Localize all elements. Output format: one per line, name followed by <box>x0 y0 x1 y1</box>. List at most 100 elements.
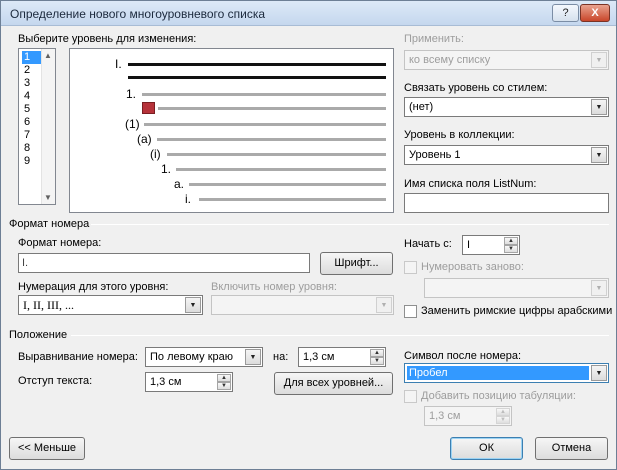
preview-marker: (a) <box>137 132 152 146</box>
preview-marker: (1) <box>125 117 140 131</box>
preview-line <box>158 107 386 110</box>
text-indent-label: Отступ текста: <box>18 375 93 387</box>
level-item[interactable]: 4 <box>22 90 42 103</box>
chevron-down-icon: ▼ <box>376 297 392 313</box>
spin-up-icon[interactable]: ▲ <box>370 349 384 357</box>
include-level-combo: ▼ <box>211 295 394 315</box>
apply-label: Применить: <box>404 33 464 45</box>
preview-line <box>199 198 386 201</box>
format-label: Формат номера: <box>18 237 102 249</box>
gallery-level-combo[interactable]: Уровень 1 ▼ <box>404 145 609 165</box>
start-at-spinner[interactable]: I ▲ ▼ <box>462 235 520 255</box>
preview-marker: 1. <box>161 162 172 176</box>
restart-checkbox <box>404 261 417 274</box>
spin-up-icon[interactable]: ▲ <box>504 237 518 245</box>
spin-up-icon: ▲ <box>496 408 510 416</box>
level-select-label: Выберите уровень для изменения: <box>18 33 197 45</box>
chevron-down-icon[interactable]: ▼ <box>591 365 607 381</box>
preview-marker: (i) <box>150 147 161 161</box>
link-style-combo[interactable]: (нет) ▼ <box>404 97 609 117</box>
close-button[interactable]: X <box>580 4 610 22</box>
gallery-level-value: Уровень 1 <box>409 149 461 161</box>
add-tab-label: Добавить позицию табуляции: <box>421 390 576 402</box>
link-style-value: (нет) <box>409 101 434 113</box>
ok-button[interactable]: ОК <box>450 437 523 460</box>
all-levels-button[interactable]: Для всех уровней... <box>274 372 393 395</box>
legal-style-checkbox[interactable] <box>404 305 417 318</box>
chevron-down-icon[interactable]: ▼ <box>591 147 607 163</box>
level-item[interactable]: 3 <box>22 77 42 90</box>
preview-line <box>176 168 386 171</box>
number-style-label: Нумерация для этого уровня: <box>18 281 169 293</box>
preview-line <box>128 76 386 79</box>
chevron-down-icon: ▼ <box>591 52 607 68</box>
start-at-label: Начать с: <box>404 238 452 250</box>
chevron-down-icon: ▼ <box>591 280 607 296</box>
scroll-down-icon[interactable]: ▼ <box>44 193 52 202</box>
help-button[interactable]: ? <box>552 4 579 22</box>
legal-style-label: Заменить римские цифры арабскими <box>421 305 613 317</box>
level-listbox[interactable]: 1 2 3 4 5 6 7 8 9 ▲ ▼ <box>18 48 56 205</box>
number-style-combo[interactable]: I, II, III, ... ▼ <box>18 295 203 315</box>
preview-line <box>157 138 386 141</box>
add-tab-checkbox <box>404 390 417 403</box>
preview-line <box>142 93 386 96</box>
text-indent-spinner[interactable]: 1,3 см ▲ ▼ <box>145 372 233 392</box>
level-item[interactable]: 5 <box>22 103 42 116</box>
follow-number-combo[interactable]: Пробел ▼ <box>404 363 609 383</box>
level-item[interactable]: 2 <box>22 64 42 77</box>
less-button[interactable]: << Меньше <box>9 437 85 460</box>
follow-number-value: Пробел <box>407 366 589 380</box>
chevron-down-icon[interactable]: ▼ <box>591 99 607 115</box>
preview-marker: 1. <box>126 87 137 101</box>
chevron-down-icon[interactable]: ▼ <box>245 349 261 365</box>
position-section-title: Положение <box>9 329 68 341</box>
title-bar: Определение нового многоуровневого списк… <box>1 1 616 26</box>
spin-down-icon[interactable]: ▼ <box>370 357 384 365</box>
level-item[interactable]: 1 <box>22 51 42 64</box>
link-style-label: Связать уровень со стилем: <box>404 82 548 94</box>
scroll-up-icon[interactable]: ▲ <box>44 51 52 60</box>
spin-down-icon[interactable]: ▼ <box>217 382 231 390</box>
tab-position-value: 1,3 см <box>429 410 461 422</box>
section-divider <box>91 224 609 225</box>
include-level-label: Включить номер уровня: <box>211 281 337 293</box>
level-item[interactable]: 7 <box>22 129 42 142</box>
preview-line <box>144 123 386 126</box>
spin-up-icon[interactable]: ▲ <box>217 374 231 382</box>
cancel-button[interactable]: Отмена <box>535 437 608 460</box>
aligned-at-value: 1,3 см <box>303 351 335 363</box>
preview-line <box>128 63 386 66</box>
spin-down-icon: ▼ <box>496 416 510 424</box>
format-value: I. <box>22 257 29 269</box>
font-button[interactable]: Шрифт... <box>320 252 393 275</box>
number-style-value: I, II, III, ... <box>23 298 74 312</box>
align-label: Выравнивание номера: <box>18 351 138 363</box>
chevron-down-icon[interactable]: ▼ <box>185 297 201 313</box>
listnum-label: Имя списка поля ListNum: <box>404 178 537 190</box>
text-indent-value: 1,3 см <box>150 376 182 388</box>
preview-line <box>167 153 386 156</box>
spin-down-icon[interactable]: ▼ <box>504 245 518 253</box>
align-combo[interactable]: По левому краю ▼ <box>145 347 263 367</box>
tab-position-spinner: 1,3 см ▲ ▼ <box>424 406 512 426</box>
preview-marker: i. <box>185 192 191 206</box>
restart-combo: ▼ <box>424 278 609 298</box>
level-item[interactable]: 8 <box>22 142 42 155</box>
number-format-section-title: Формат номера <box>9 218 90 230</box>
level-item[interactable]: 6 <box>22 116 42 129</box>
preview-marker: I. <box>115 57 122 71</box>
gallery-level-label: Уровень в коллекции: <box>404 129 515 141</box>
aligned-at-spinner[interactable]: 1,3 см ▲ ▼ <box>298 347 386 367</box>
dialog-title: Определение нового многоуровневого списк… <box>10 7 266 21</box>
level-scrollbar[interactable]: ▲ ▼ <box>41 49 55 204</box>
listnum-input[interactable] <box>404 193 609 213</box>
follow-number-label: Символ после номера: <box>404 350 522 362</box>
paste-marker-icon <box>142 102 155 114</box>
preview-marker: a. <box>174 177 185 191</box>
apply-value: ко всему списку <box>409 54 491 66</box>
section-divider <box>71 335 609 336</box>
level-item[interactable]: 9 <box>22 155 42 168</box>
format-input[interactable]: I. <box>18 253 310 273</box>
multilevel-list-dialog: Определение нового многоуровневого списк… <box>0 0 617 470</box>
